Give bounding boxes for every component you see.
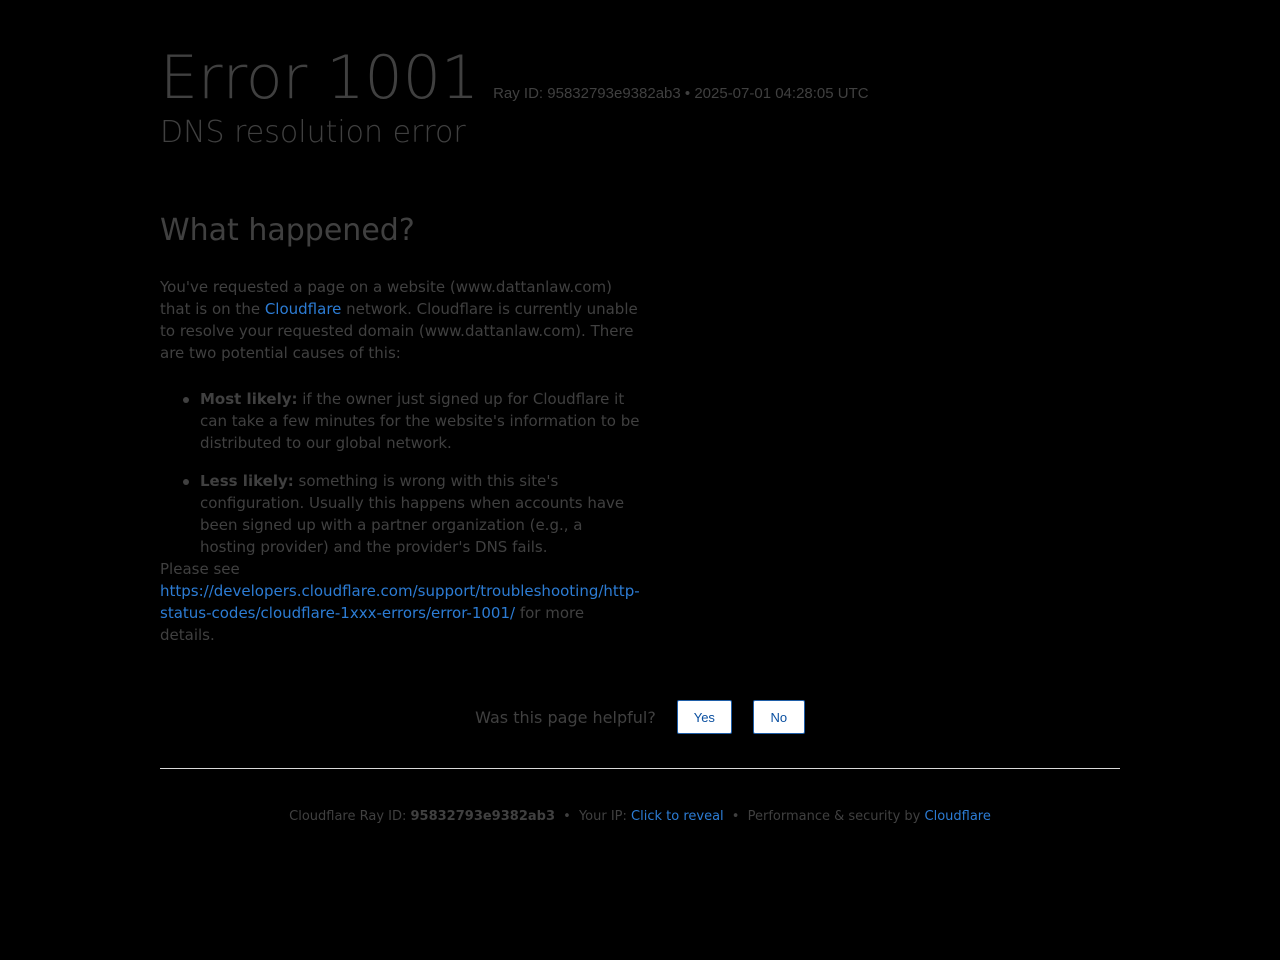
causes-list: Most likely: if the owner just signed up… <box>160 388 640 558</box>
footer-separator: • <box>731 809 740 824</box>
intro-paragraph: You've requested a page on a website (ww… <box>160 276 640 364</box>
footer-ip-label: Your IP: <box>578 809 632 824</box>
list-item: Less likely: something is wrong with thi… <box>183 470 640 558</box>
cloudflare-footer-link[interactable]: Cloudflare <box>925 809 991 824</box>
title-line: Error 1001 Ray ID: 95832793e9382ab3 • 20… <box>160 42 869 114</box>
cause-label: Less likely: <box>200 472 294 490</box>
cloudflare-link[interactable]: Cloudflare <box>265 300 342 318</box>
footer-ray-label: Cloudflare Ray ID: <box>289 809 411 824</box>
footer-separator: • <box>563 809 571 824</box>
feedback-question: Was this page helpful? <box>475 707 656 727</box>
see-paragraph: Please see https://developers.cloudflare… <box>160 558 640 646</box>
list-item: Most likely: if the owner just signed up… <box>183 388 640 454</box>
footer-divider <box>160 768 1120 769</box>
footer: Cloudflare Ray ID: 95832793e9382ab3 • Yo… <box>0 807 1280 827</box>
footer-ray-id: 95832793e9382ab3 <box>410 809 556 824</box>
reveal-ip-button[interactable]: Click to reveal <box>631 809 724 824</box>
feedback-bar: Was this page helpful? Yes No <box>0 700 1280 734</box>
cause-label: Most likely: <box>200 390 298 408</box>
section-heading: What happened? <box>160 213 415 248</box>
ray-id-timestamp: Ray ID: 95832793e9382ab3 • 2025-07-01 04… <box>493 85 869 102</box>
error-header: Error 1001 Ray ID: 95832793e9382ab3 • 20… <box>160 42 869 151</box>
no-button[interactable]: No <box>752 700 805 734</box>
error-subtitle: DNS resolution error <box>160 115 466 150</box>
yes-button[interactable]: Yes <box>676 700 732 734</box>
what-happened-section: What happened? You've requested a page o… <box>160 212 640 646</box>
see-prefix: Please see <box>160 560 240 578</box>
error-code-title: Error 1001 <box>160 43 480 113</box>
footer-perf-label: Performance & security by <box>747 809 925 824</box>
error-page: Error 1001 Ray ID: 95832793e9382ab3 • 20… <box>0 0 1280 960</box>
